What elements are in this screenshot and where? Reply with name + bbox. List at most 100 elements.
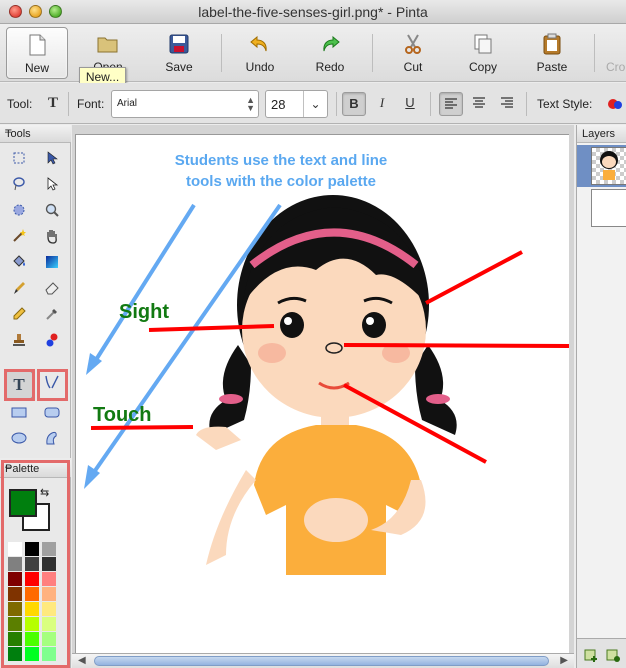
layer-properties-icon[interactable] [605, 647, 621, 663]
palette-pad: Palette – ⇆ [0, 460, 71, 668]
paste-button-label: Paste [536, 60, 568, 74]
align-left-button[interactable] [439, 92, 463, 116]
current-tool-text-icon: T [47, 95, 58, 111]
layer-row-selected[interactable] [577, 145, 626, 187]
options-separator [68, 92, 69, 116]
girl-hand [304, 498, 368, 542]
floppy-disk-icon [169, 34, 189, 54]
font-selector[interactable]: Arial ▲ ▼ [111, 90, 259, 118]
font-size-value: 28 [271, 97, 286, 112]
toolbar-separator [221, 34, 222, 72]
lasso-icon [13, 177, 25, 191]
left-cheek [258, 343, 286, 363]
recolor-tool[interactable] [38, 329, 66, 357]
tools-pad-header: Tools – [0, 125, 71, 143]
magic-wand-tool[interactable] [5, 225, 33, 253]
eraser-icon [45, 282, 59, 295]
bold-button[interactable]: B [342, 92, 366, 116]
ellipse-select-tool[interactable] [5, 199, 33, 227]
paint-bucket-tool[interactable] [5, 251, 33, 279]
underline-button[interactable]: U [398, 92, 422, 116]
palette-highlight [1, 460, 70, 668]
paint-bucket-icon [13, 255, 25, 267]
align-right-button[interactable] [495, 92, 519, 116]
pencil-tool[interactable] [5, 303, 33, 331]
image-canvas[interactable]: Students use the text and line tools wit… [75, 134, 569, 668]
pan-tool[interactable] [38, 225, 66, 253]
crop-button[interactable]: Cro [600, 27, 626, 79]
scissors-icon [405, 34, 421, 54]
horizontal-scrollbar[interactable]: ◀ ▶ [72, 653, 574, 668]
align-left-icon [445, 98, 457, 109]
align-right-icon [501, 97, 513, 108]
layers-footer [577, 638, 626, 668]
redo-button-label: Redo [315, 60, 345, 74]
align-center-button[interactable] [467, 92, 491, 116]
redo-button[interactable]: Redo [299, 27, 361, 79]
font-value: Arial [117, 98, 138, 109]
scrollbar-thumb[interactable] [94, 656, 549, 666]
folder-open-icon [97, 37, 118, 53]
italic-button[interactable]: I [370, 92, 394, 116]
paintbrush-tool[interactable] [5, 277, 33, 305]
lasso-select-tool[interactable] [5, 173, 33, 201]
clipboard-icon [543, 33, 561, 55]
eraser-tool[interactable] [38, 277, 66, 305]
save-button[interactable]: Save [148, 27, 210, 79]
stamp-icon [13, 334, 25, 346]
options-separator [336, 92, 337, 116]
copy-button[interactable]: Copy [452, 27, 514, 79]
scroll-left-icon[interactable]: ◀ [78, 655, 86, 666]
paintbrush-icon [14, 282, 25, 294]
layers-pad-title: Layers [582, 128, 616, 140]
color-picker-tool[interactable] [38, 303, 66, 331]
scroll-right-icon[interactable]: ▶ [560, 655, 568, 666]
font-size-dropdown[interactable]: 28 ⌄ [265, 90, 328, 118]
move-selection-tool[interactable] [38, 173, 66, 201]
title-bar: label-the-five-senses-girl.png* - Pinta [0, 0, 626, 24]
font-spinner-icon: ▲ ▼ [246, 95, 255, 113]
paste-button[interactable]: Paste [521, 27, 583, 79]
right-eye [362, 312, 386, 338]
cut-button[interactable]: Cut [382, 27, 444, 79]
layers-pad-header: Layers [577, 125, 626, 143]
label-touch: Touch [93, 404, 152, 426]
instruction-line-2: tools with the color palette [186, 173, 376, 190]
undo-button[interactable]: Undo [229, 27, 291, 79]
move-selected-tool[interactable] [38, 147, 66, 175]
canvas-drawing: Students use the text and line tools wit… [84, 152, 569, 575]
clone-stamp-tool[interactable] [5, 329, 33, 357]
text-style-dropdown[interactable] [604, 92, 626, 116]
text-style-label: Text Style: [537, 97, 593, 111]
freeform-shape-icon [46, 431, 57, 445]
background-layer-thumbnail[interactable] [591, 189, 626, 227]
hearing-line [425, 250, 523, 305]
line-tool-highlight [37, 369, 68, 401]
zoom-tool[interactable] [38, 199, 66, 227]
right-eye-shine [366, 317, 374, 325]
pencil-icon [13, 307, 26, 320]
tool-label: Tool: [7, 97, 33, 111]
arrow-to-tools [92, 203, 196, 365]
ellipse-tool[interactable] [5, 427, 33, 455]
tools-pad: Tools – T [0, 125, 71, 458]
recolor-icon [46, 333, 58, 347]
new-button-label: New [24, 61, 49, 75]
window-title: label-the-five-senses-girl.png* - Pinta [198, 4, 428, 20]
tools-pad-minimize-button[interactable]: – [5, 126, 65, 138]
text-style-fill-icon [608, 99, 622, 109]
raised-hand [196, 426, 241, 450]
ellipse-select-icon [13, 204, 25, 216]
rounded-rectangle-tool[interactable] [38, 401, 66, 429]
rectangle-tool[interactable] [5, 401, 33, 429]
freeform-shape-tool[interactable] [38, 427, 66, 455]
add-layer-icon[interactable] [583, 647, 599, 663]
gradient-tool[interactable] [38, 251, 66, 279]
rectangle-select-icon [13, 152, 25, 164]
rectangle-select-tool[interactable] [5, 147, 33, 175]
undo-button-label: Undo [245, 60, 275, 74]
main-toolbar: New Open Save Undo Re [0, 24, 626, 88]
new-button[interactable]: New [6, 27, 68, 79]
redo-arrow-icon [323, 35, 340, 52]
chevron-down-icon: ⌄ [303, 91, 327, 117]
